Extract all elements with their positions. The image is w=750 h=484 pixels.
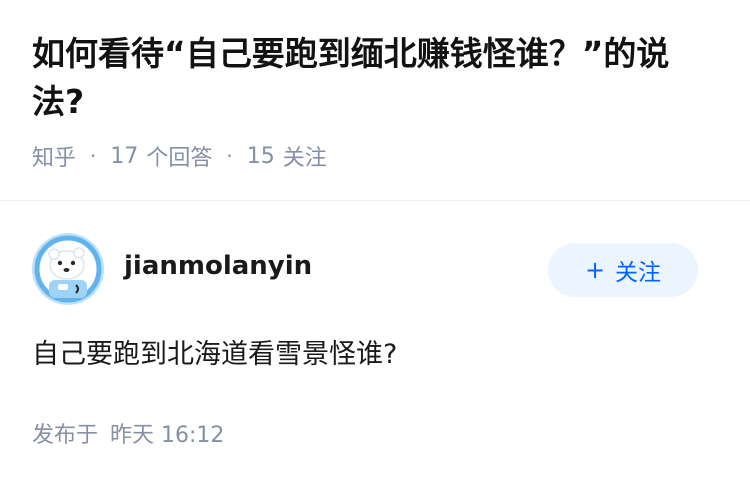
meta-separator: · [226,144,233,168]
polar-bear-avatar-icon [32,233,104,305]
author-name[interactable]: jianmolanyin [124,251,548,281]
follow-button-label: 关注 [615,260,662,286]
published-label: 发布于 [32,423,99,448]
answer-content[interactable]: 自己要跑到北海道看雪景怪谁? [32,335,698,375]
answers-count: 17 [110,143,139,169]
followers-count: 15 [246,143,275,169]
plus-icon: + [584,256,606,284]
published-info: 发布于 昨天 16:12 [32,417,698,449]
meta-separator: · [90,144,97,168]
source-label[interactable]: 知乎 [32,140,76,172]
answers-label[interactable]: 个回答 [146,140,212,172]
answer-card: jianmolanyin + 关注 自己要跑到北海道看雪景怪谁? 发布于 昨天 1… [32,233,698,449]
divider [0,200,750,201]
question-header: 如何看待“自己要跑到缅北赚钱怪谁？”的说法? 知乎 · 17 个回答 · 15 … [0,0,750,176]
question-title[interactable]: 如何看待“自己要跑到缅北赚钱怪谁？”的说法? [32,30,718,126]
published-time: 昨天 16:12 [110,423,225,448]
avatar[interactable] [32,233,104,305]
follow-button[interactable]: + 关注 [548,243,698,297]
author-row: jianmolanyin + 关注 [32,233,698,305]
followers-label: 关注 [282,146,327,171]
question-meta: 知乎 · 17 个回答 · 15 关注 [32,136,718,176]
